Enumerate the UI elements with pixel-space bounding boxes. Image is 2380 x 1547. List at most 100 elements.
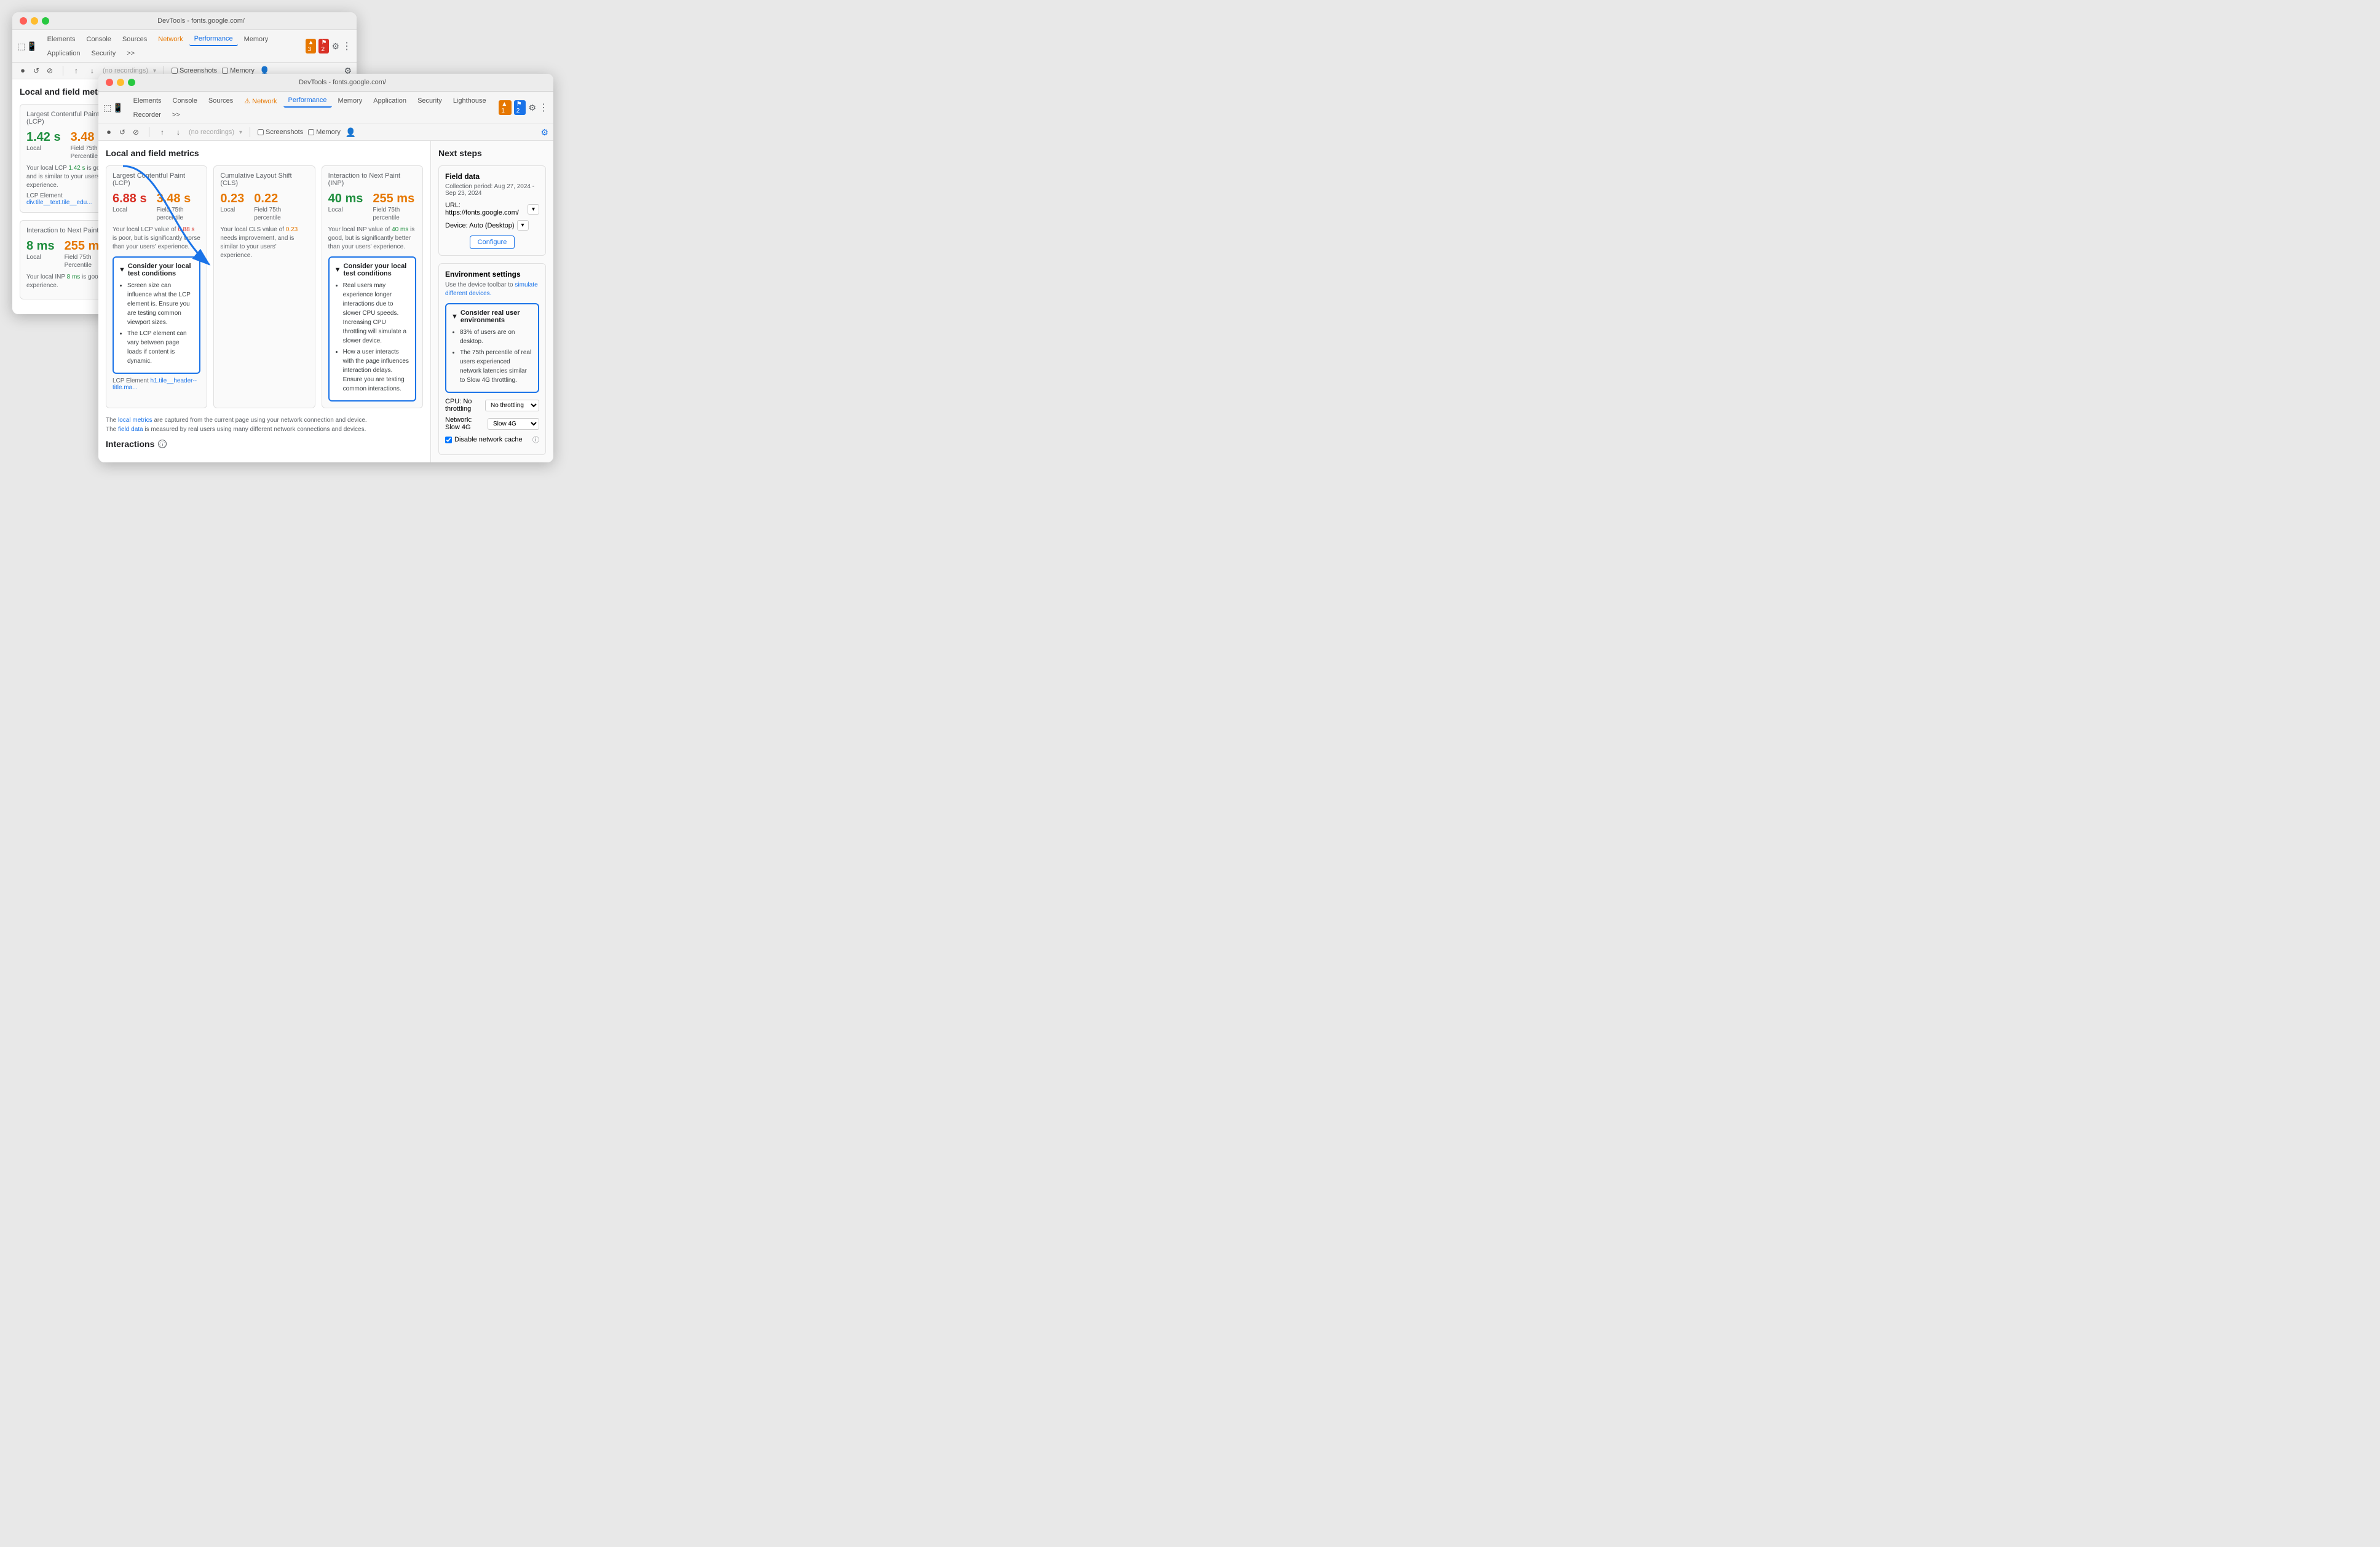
device-label-front: Device: Auto (Desktop)	[445, 222, 515, 229]
lcp-element-link-front[interactable]: h1.tile__header--title.ma...	[113, 378, 197, 391]
traffic-lights-front	[106, 79, 135, 86]
tab-application-front[interactable]: Application	[368, 95, 411, 107]
cpu-select-front[interactable]: No throttling 4x slowdown 6x slowdown	[485, 400, 539, 411]
inspector-icon-front[interactable]: ⬚	[103, 103, 111, 113]
title-bar-back: DevTools - fonts.google.com/	[12, 12, 357, 30]
download-icon-front[interactable]: ↓	[173, 127, 184, 138]
tab-elements-front[interactable]: Elements	[128, 95, 167, 107]
tab-memory-back[interactable]: Memory	[239, 33, 274, 46]
tab-security-back[interactable]: Security	[87, 47, 121, 60]
record-button-front[interactable]: ⏺	[103, 127, 114, 138]
next-steps-panel-front: Next steps Field data Collection period:…	[430, 141, 553, 462]
tab-console-front[interactable]: Console	[168, 95, 202, 107]
simulate-link[interactable]: simulate different devices.	[445, 282, 538, 297]
settings-record-icon-front[interactable]: ⚙	[540, 127, 548, 138]
user-flow-icon-front[interactable]: 👤	[346, 127, 356, 138]
env-settings-desc-front: Use the device toolbar to simulate diffe…	[445, 281, 539, 298]
inp-consider-list-front: Real users may experience longer interac…	[334, 281, 410, 394]
refresh-button-front[interactable]: ↺	[117, 127, 128, 138]
toolbar-icons-back: ▲ 3 ⚑ 2 ⚙ ⋮	[306, 39, 352, 53]
disable-cache-label-front[interactable]: Disable network cache	[445, 436, 523, 443]
local-metrics-link[interactable]: local metrics	[118, 417, 152, 424]
inp-values-front: 40 ms Local 255 ms Field 75thpercentile	[328, 192, 416, 222]
inp-title-front: Interaction to Next Paint (INP)	[328, 172, 416, 187]
tab-sources-front[interactable]: Sources	[204, 95, 238, 107]
tab-memory-front[interactable]: Memory	[333, 95, 368, 107]
device-select-front[interactable]: ▾	[517, 220, 529, 231]
field-data-link[interactable]: field data	[118, 426, 143, 433]
tab-elements-back[interactable]: Elements	[42, 33, 81, 46]
memory-checkbox-front[interactable]: Memory	[308, 129, 341, 136]
tab-recorder-front[interactable]: Recorder	[128, 109, 166, 121]
lcp-local-label-back: Local	[26, 144, 61, 152]
close-button-front[interactable]	[106, 79, 113, 86]
inp-card-front: Interaction to Next Paint (INP) 40 ms Lo…	[322, 165, 423, 408]
tab-console-back[interactable]: Console	[82, 33, 116, 46]
cls-values-front: 0.23 Local 0.22 Field 75thpercentile	[220, 192, 308, 222]
footer-line-1: The local metrics are captured from the …	[106, 416, 423, 425]
inp-consider-front: ▼ Consider your local test conditions Re…	[328, 256, 416, 402]
metrics-panel-front: Local and field metrics Largest Contentf…	[98, 141, 430, 462]
url-select-front[interactable]: ▾	[528, 204, 539, 215]
disable-cache-info-icon[interactable]: ⓘ	[532, 435, 539, 445]
disable-cache-checkbox[interactable]	[445, 437, 452, 443]
lcp-local-group-back: 1.42 s Local	[26, 130, 61, 160]
cpu-label-front: CPU: No throttling	[445, 398, 485, 413]
settings-icon-back[interactable]: ⚙	[331, 41, 339, 52]
cls-field-group-front: 0.22 Field 75thpercentile	[254, 192, 281, 222]
screenshots-checkbox-front[interactable]: Screenshots	[258, 129, 303, 136]
inp-field-label-front: Field 75thpercentile	[373, 206, 414, 222]
inp-local-value-front: 40 ms	[328, 192, 363, 206]
interactions-info-icon[interactable]: ⓘ	[158, 440, 167, 448]
consider-real-list: 83% of users are on desktop. The 75th pe…	[451, 328, 533, 385]
tab-performance-front[interactable]: Performance	[283, 94, 332, 108]
lcp-card-front: Largest Contentful Paint (LCP) 6.88 s Lo…	[106, 165, 207, 408]
lcp-desc-front: Your local LCP value of 6.88 s is poor, …	[113, 226, 200, 251]
device-icon[interactable]: 📱	[26, 41, 37, 52]
upload-icon-front[interactable]: ↑	[157, 127, 168, 138]
tab-network-front[interactable]: ⚠ Network	[239, 95, 282, 108]
maximize-button[interactable]	[42, 17, 49, 25]
minimize-button-front[interactable]	[117, 79, 124, 86]
interactions-section-front: Interactions ⓘ	[106, 439, 423, 449]
settings-icon-front[interactable]: ⚙	[528, 103, 536, 113]
flag-badge-front: ⚑ 2	[514, 100, 526, 115]
lcp-values-front: 6.88 s Local 3.48 s Field 75thpercentile	[113, 192, 200, 222]
device-row-front: Device: Auto (Desktop) ▾	[445, 220, 539, 231]
tab-application-back[interactable]: Application	[42, 47, 85, 60]
cpu-row-front: CPU: No throttling No throttling 4x slow…	[445, 398, 539, 413]
tab-performance-back[interactable]: Performance	[189, 33, 238, 46]
record-button-back[interactable]: ⏺	[17, 65, 28, 76]
cls-field-value-front: 0.22	[254, 192, 281, 206]
minimize-button[interactable]	[31, 17, 38, 25]
inp-consider-item-1: How a user interacts with the page influ…	[343, 347, 410, 394]
device-icon-front[interactable]: 📱	[113, 103, 123, 113]
tab-more-back[interactable]: >>	[122, 47, 140, 60]
download-icon-back[interactable]: ↓	[87, 65, 98, 76]
lcp-element-link-back[interactable]: div.tile__text.tile__edu...	[26, 199, 92, 206]
field-data-title-front: Field data	[445, 172, 539, 181]
inp-field-value-front: 255 ms	[373, 192, 414, 206]
tab-more-front[interactable]: >>	[167, 109, 185, 121]
lcp-consider-title-front: ▼ Consider your local test conditions	[119, 263, 194, 277]
inp-local-group-back: 8 ms Local	[26, 239, 55, 269]
inspector-icon[interactable]: ⬚	[17, 41, 25, 52]
more-icon-front[interactable]: ⋮	[539, 101, 548, 114]
lcp-consider-list-front: Screen size can influence what the LCP e…	[119, 281, 194, 366]
url-label-front: URL: https://fonts.google.com/	[445, 202, 525, 216]
clear-button-front[interactable]: ⊘	[130, 127, 141, 138]
maximize-button-front[interactable]	[128, 79, 135, 86]
clear-button-back[interactable]: ⊘	[44, 65, 55, 76]
upload-icon-back[interactable]: ↑	[71, 65, 82, 76]
tab-sources-back[interactable]: Sources	[117, 33, 152, 46]
tab-lighthouse-front[interactable]: Lighthouse	[448, 95, 491, 107]
close-button[interactable]	[20, 17, 27, 25]
cls-desc-front: Your local CLS value of 0.23 needs impro…	[220, 226, 308, 260]
configure-button-front[interactable]: Configure	[470, 235, 515, 249]
tab-security-front[interactable]: Security	[413, 95, 447, 107]
more-icon-back[interactable]: ⋮	[342, 40, 352, 52]
refresh-button-back[interactable]: ↺	[31, 65, 42, 76]
tab-network-back[interactable]: Network	[153, 33, 188, 46]
footer-line-2: The field data is measured by real users…	[106, 425, 423, 434]
network-select-front[interactable]: Slow 4G Fast 4G No throttling	[488, 418, 539, 430]
